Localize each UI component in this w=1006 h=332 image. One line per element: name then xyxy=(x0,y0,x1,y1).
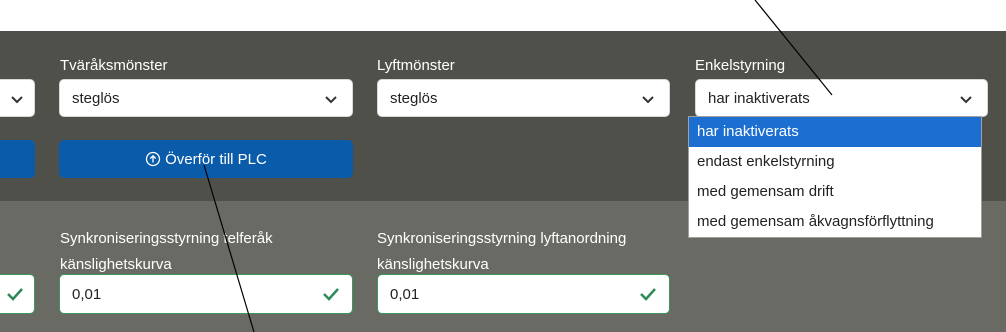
sync-lift-value: 0,01 xyxy=(390,285,420,303)
arrow-up-circle-icon xyxy=(145,151,161,167)
sync-trolley-value: 0,01 xyxy=(72,285,102,303)
dropdown-option[interactable]: med gemensam drift xyxy=(689,177,981,207)
check-icon xyxy=(7,288,23,301)
sync-lift-label: Synkroniseringsstyrning lyftanordning kä… xyxy=(377,230,627,273)
chevron-down-icon xyxy=(960,96,972,104)
sync-lift-input[interactable]: 0,01 xyxy=(377,274,670,314)
lift-pattern-label: Lyftmönster xyxy=(377,57,455,74)
chevron-down-icon xyxy=(642,96,654,104)
traverse-pattern-select[interactable]: steglös xyxy=(59,79,353,117)
single-control-value: har inaktiverats xyxy=(708,89,810,107)
sync-trolley-input[interactable]: 0,01 xyxy=(59,274,353,314)
partial-select[interactable] xyxy=(0,79,35,117)
transfer-to-plc-button[interactable]: Överför till PLC xyxy=(59,140,353,178)
check-icon xyxy=(640,288,656,301)
sync-trolley-label: Synkroniseringsstyrning telferåk känslig… xyxy=(60,230,273,273)
dropdown-option[interactable]: endast enkelstyrning xyxy=(689,147,981,177)
top-background xyxy=(0,0,1006,31)
dropdown-option[interactable]: har inaktiverats xyxy=(689,117,981,147)
partial-button[interactable] xyxy=(0,140,35,178)
single-control-label: Enkelstyrning xyxy=(695,57,786,74)
single-control-dropdown: har inaktiverats endast enkelstyrning me… xyxy=(688,116,982,238)
traverse-pattern-value: steglös xyxy=(72,89,120,107)
partial-input[interactable] xyxy=(0,274,35,314)
transfer-to-plc-label: Överför till PLC xyxy=(165,150,267,168)
chevron-down-icon xyxy=(11,96,23,104)
dropdown-option[interactable]: med gemensam åkvagnsförflyttning xyxy=(689,207,981,237)
lift-pattern-value: steglös xyxy=(390,89,438,107)
traverse-pattern-label: Tväråksmönster xyxy=(60,57,168,74)
single-control-select[interactable]: har inaktiverats xyxy=(695,79,988,117)
check-icon xyxy=(323,288,339,301)
lift-pattern-select[interactable]: steglös xyxy=(377,79,670,117)
chevron-down-icon xyxy=(325,96,337,104)
